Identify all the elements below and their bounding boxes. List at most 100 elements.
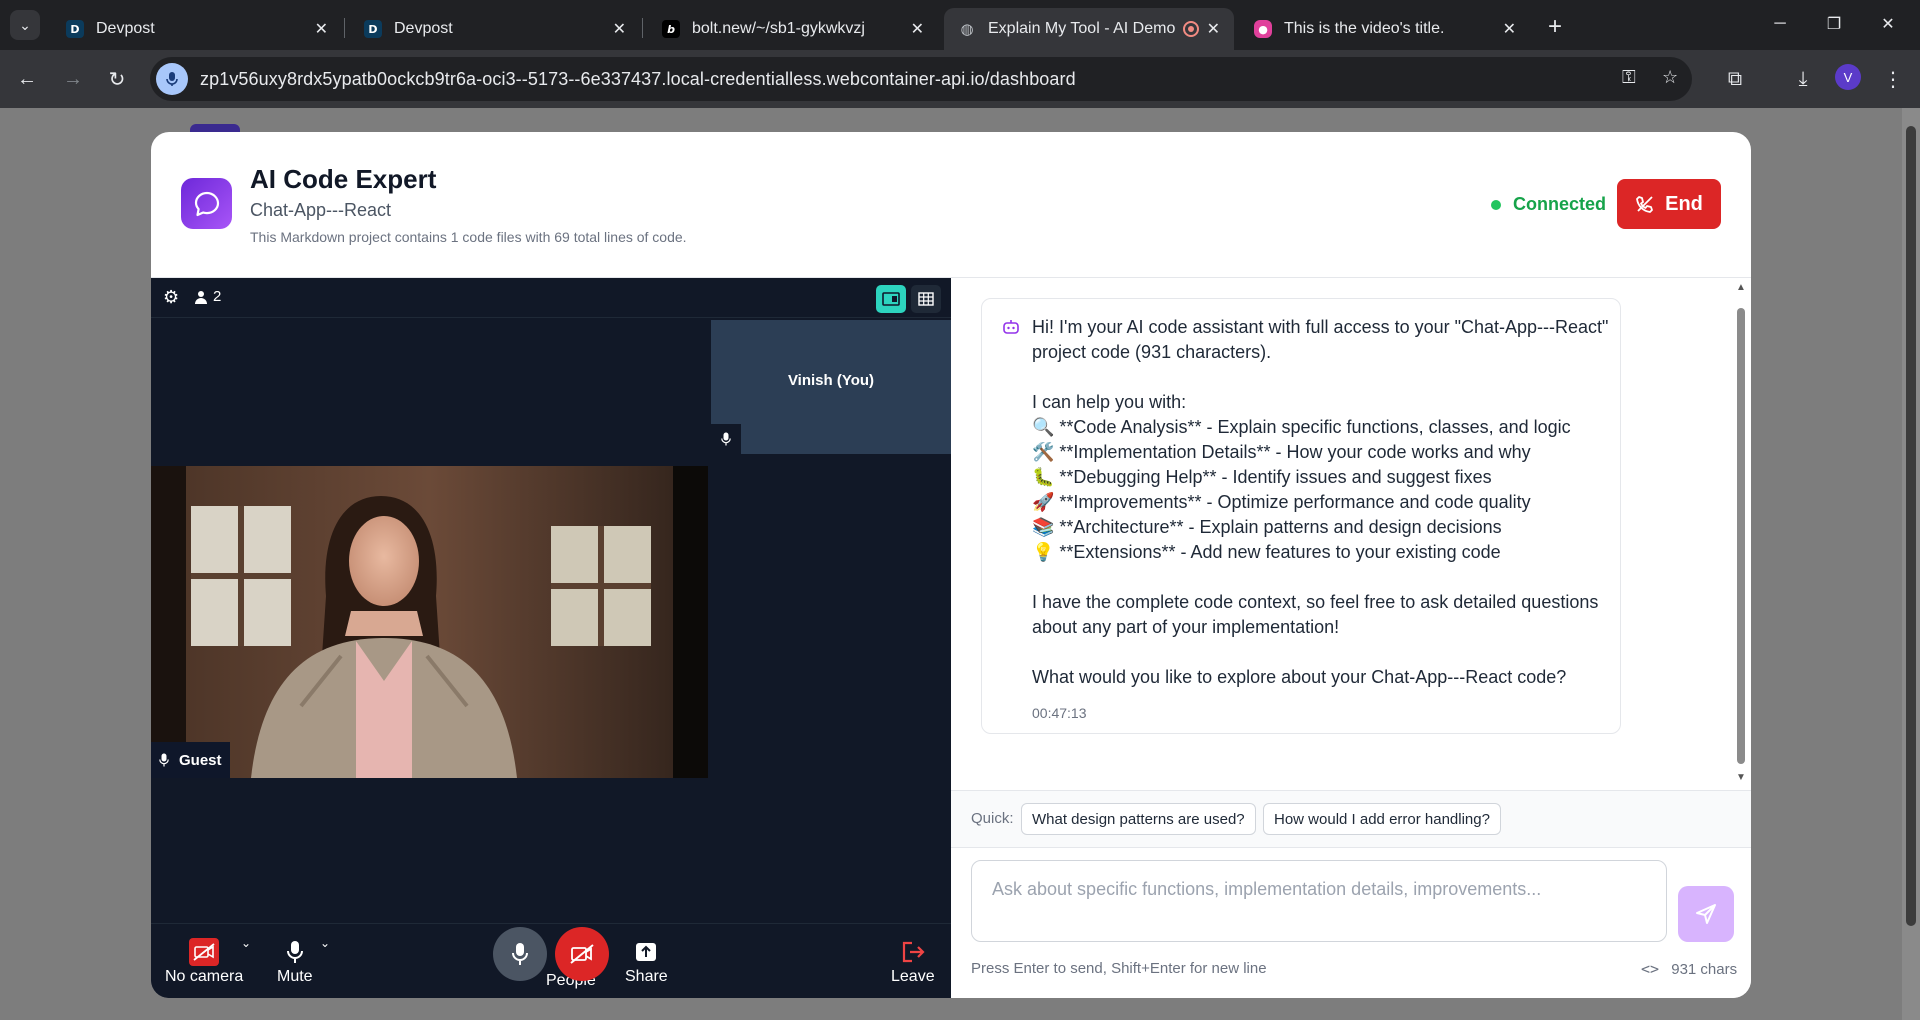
chat-scrollbar-thumb[interactable]	[1737, 308, 1745, 764]
person-icon	[195, 290, 207, 304]
character-count: <> 931 chars	[1641, 960, 1737, 978]
camera-options-chevron-icon[interactable]: ⌄	[241, 936, 251, 950]
reload-button[interactable]: ↻	[102, 64, 132, 94]
gear-icon[interactable]: ⚙	[163, 287, 179, 308]
devpost-favicon-icon: D	[364, 20, 382, 38]
bolt-favicon-icon: b	[662, 20, 680, 38]
input-hint: Press Enter to send, Shift+Enter for new…	[971, 960, 1267, 977]
assistant-message: Hi! I'm your AI code assistant with full…	[981, 298, 1621, 734]
menu-kebab-icon[interactable]: ⋮	[1878, 64, 1908, 94]
sidebar-layout-icon	[882, 292, 900, 306]
share-screen-button[interactable]: Share	[625, 936, 668, 986]
mic-icon	[159, 753, 169, 767]
grid-icon	[918, 292, 934, 306]
close-tab-icon[interactable]: ✕	[1503, 19, 1516, 39]
bookmark-star-icon[interactable]: ☆	[1662, 67, 1678, 88]
quick-question-button[interactable]: What design patterns are used?	[1021, 803, 1256, 835]
tab-title: bolt.new/~/sb1-gykwkvzj	[692, 20, 865, 37]
tab-search-button[interactable]: ⌄	[10, 10, 40, 40]
grid-layout-button[interactable]	[911, 285, 941, 313]
browser-tab[interactable]: D Devpost ✕	[52, 8, 342, 50]
address-bar[interactable]: zp1v56uxy8rdx5ypatb0ockcb9tr6a-oci3--517…	[150, 57, 1692, 101]
chat-input[interactable]: Ask about specific functions, implementa…	[971, 860, 1667, 942]
participant-count-value: 2	[213, 288, 222, 305]
microphone-icon	[286, 936, 303, 968]
message-text: Hi! I'm your AI code assistant with full…	[1032, 317, 1609, 687]
modal-header: AI Code Expert Chat-App---React This Mar…	[151, 132, 1751, 278]
mic-icon[interactable]	[156, 63, 188, 95]
self-video-tile[interactable]: Vinish (You)	[711, 320, 951, 454]
mic-icon	[711, 424, 741, 454]
chat-scrollbar[interactable]: ▲ ▼	[1731, 278, 1751, 788]
send-button[interactable]	[1678, 886, 1734, 942]
new-tab-button[interactable]: +	[1540, 12, 1570, 42]
connection-status: Connected	[1491, 194, 1606, 215]
profile-avatar[interactable]: V	[1835, 64, 1861, 90]
tab-title: Devpost	[394, 20, 453, 37]
toggle-camera-button[interactable]	[555, 927, 609, 981]
browser-tab-bar: ⌄ D Devpost ✕ D Devpost ✕ b bolt.new/~/s…	[0, 0, 1920, 50]
password-key-icon[interactable]: ⚿	[1622, 67, 1636, 88]
browser-tab-active[interactable]: ◍ Explain My Tool - AI Demo ✕	[944, 8, 1234, 50]
back-button[interactable]: ←	[12, 64, 42, 94]
ai-code-expert-modal: AI Code Expert Chat-App---React This Mar…	[151, 132, 1751, 998]
chat-bubble-icon	[181, 178, 232, 229]
close-window-button[interactable]: ✕	[1860, 0, 1916, 48]
page-scrollbar-thumb[interactable]	[1906, 126, 1916, 926]
modal-title: AI Code Expert	[250, 164, 437, 194]
speaker-layout-button[interactable]	[876, 285, 906, 313]
call-controls-bar: No camera ⌄ Mute ⌄ People Share Leave	[151, 923, 951, 998]
mute-button[interactable]: Mute	[277, 936, 313, 986]
url-text: zp1v56uxy8rdx5ypatb0ockcb9tr6a-oci3--517…	[200, 68, 1076, 89]
scroll-up-icon[interactable]: ▲	[1736, 282, 1746, 293]
close-tab-icon[interactable]: ✕	[315, 19, 328, 39]
browser-tab[interactable]: b bolt.new/~/sb1-gykwkvzj ✕	[648, 8, 938, 50]
scroll-down-icon[interactable]: ▼	[1736, 772, 1746, 783]
minimize-button[interactable]: ─	[1752, 0, 1808, 48]
browser-toolbar: ← → ↻ zp1v56uxy8rdx5ypatb0ockcb9tr6a-oci…	[0, 50, 1920, 108]
devpost-favicon-icon: D	[66, 20, 84, 38]
guest-name-badge: Guest	[151, 742, 230, 778]
chat-panel: Hi! I'm your AI code assistant with full…	[951, 278, 1751, 998]
extensions-icon[interactable]: ⧉	[1720, 64, 1750, 94]
camera-toggle-button[interactable]: No camera	[165, 936, 243, 986]
video-favicon-icon: ●	[1254, 20, 1272, 38]
message-timestamp: 00:47:13	[1032, 705, 1087, 721]
close-tab-icon[interactable]: ✕	[1207, 19, 1220, 39]
download-icon[interactable]: ⤓	[1788, 64, 1818, 94]
leave-label: Leave	[891, 968, 935, 985]
close-tab-icon[interactable]: ✕	[911, 19, 924, 39]
close-tab-icon[interactable]: ✕	[613, 19, 626, 39]
end-label: End	[1665, 192, 1703, 215]
share-label: Share	[625, 968, 668, 985]
quick-question-button[interactable]: How would I add error handling?	[1263, 803, 1501, 835]
microphone-icon	[512, 943, 528, 965]
code-icon: <>	[1641, 960, 1660, 978]
tab-title: Explain My Tool - AI Demo	[988, 20, 1176, 37]
mute-label: Mute	[277, 968, 313, 985]
tab-title: This is the video's title.	[1284, 20, 1445, 37]
self-participant-name: Vinish (You)	[787, 371, 875, 389]
guest-video-tile[interactable]	[151, 466, 708, 778]
leave-call-button[interactable]: Leave	[891, 936, 935, 986]
guest-name: Guest	[179, 751, 222, 769]
status-dot-icon	[1491, 199, 1501, 210]
end-call-button[interactable]: End	[1617, 179, 1721, 229]
phone-off-icon	[1636, 196, 1654, 213]
camera-off-icon	[570, 944, 594, 964]
participant-count[interactable]: 2	[195, 288, 221, 305]
share-upload-icon	[635, 936, 657, 968]
restore-button[interactable]: ❐	[1806, 0, 1862, 48]
video-call-panel: ⚙ 2 Vinish (You) Guest No camera ⌄ Mute …	[151, 278, 951, 998]
browser-tab[interactable]: ● This is the video's title. ✕	[1240, 8, 1530, 50]
quick-label: Quick:	[971, 810, 1014, 827]
status-text: Connected	[1513, 194, 1607, 214]
toggle-mic-button[interactable]	[493, 927, 547, 981]
camera-off-icon	[189, 936, 220, 968]
browser-tab[interactable]: D Devpost ✕	[350, 8, 640, 50]
mic-options-chevron-icon[interactable]: ⌄	[320, 936, 330, 950]
leave-exit-icon	[900, 936, 926, 968]
forward-button[interactable]: →	[58, 64, 88, 94]
globe-icon: ◍	[960, 20, 974, 38]
camera-label: No camera	[165, 968, 244, 985]
